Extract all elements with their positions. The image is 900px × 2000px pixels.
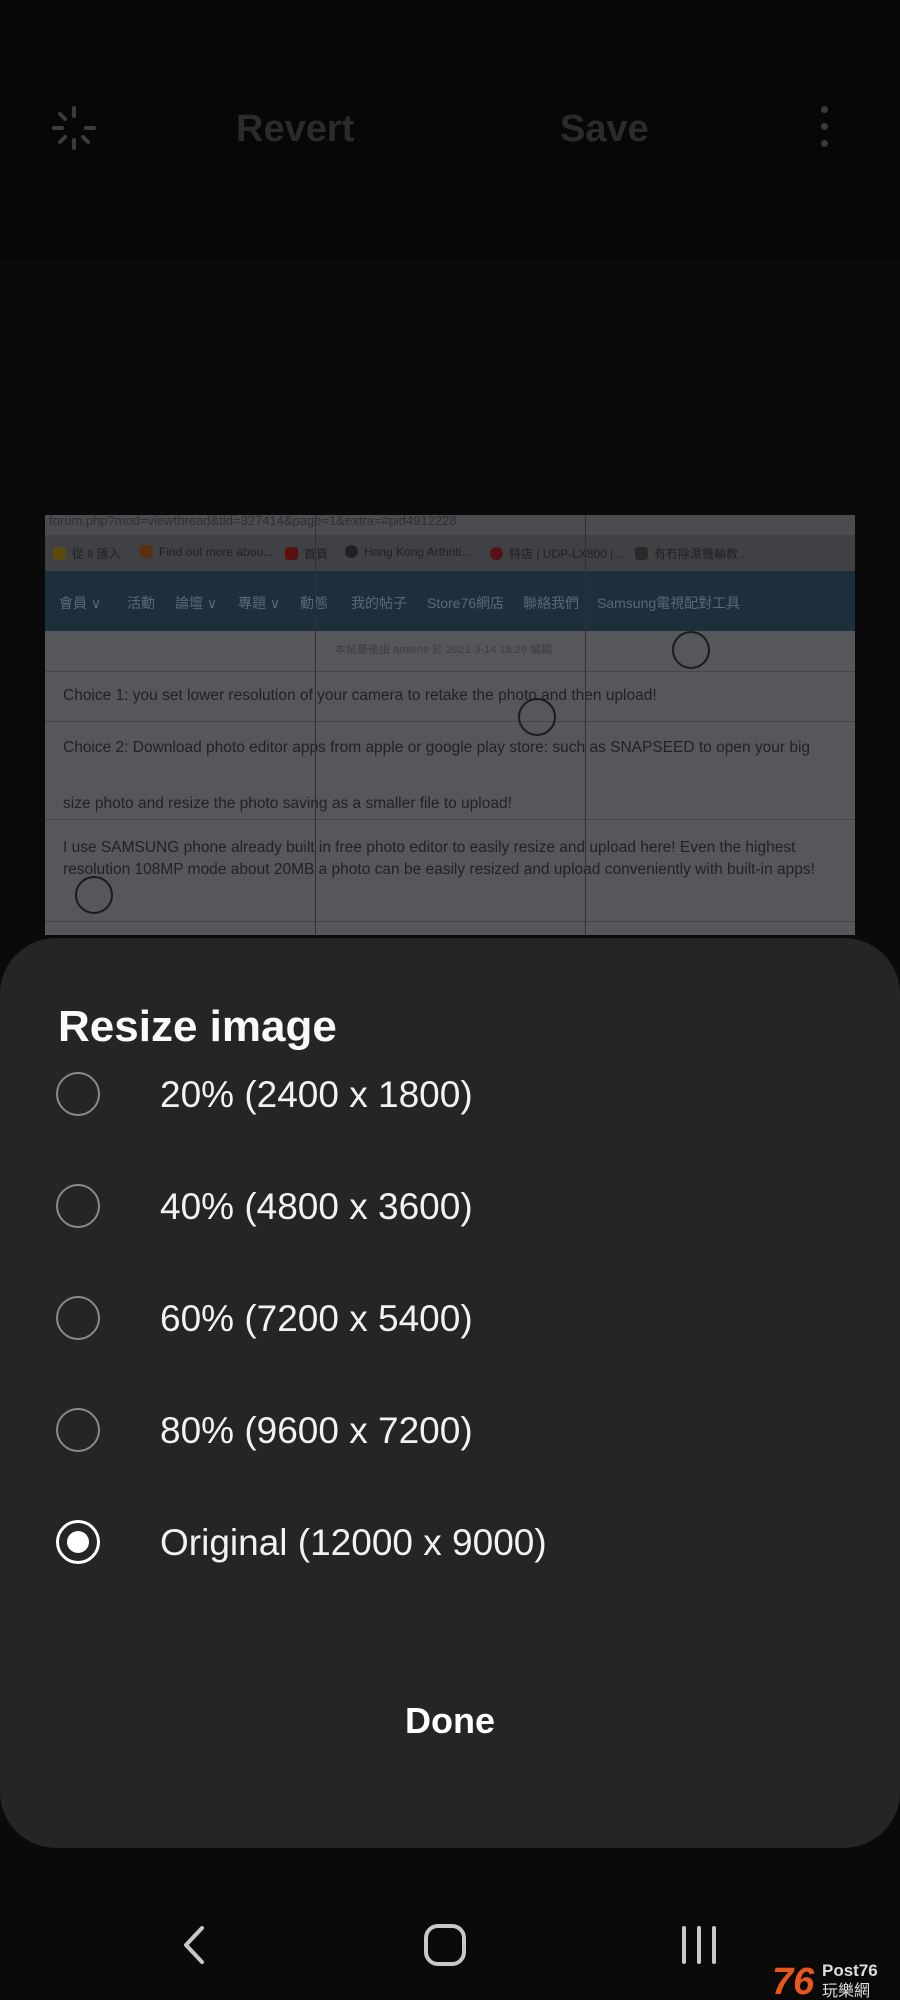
recent-apps-icon[interactable]	[676, 1922, 722, 1968]
photo-nav-item: 聯絡我們	[523, 595, 579, 611]
radio-button[interactable]	[56, 1072, 100, 1116]
system-navigation-bar	[0, 1860, 900, 2000]
more-options-icon[interactable]	[816, 106, 832, 150]
resize-image-sheet: Resize image 20% (2400 x 1800) 40% (4800…	[0, 938, 900, 1848]
sticker-icon	[672, 631, 710, 669]
photo-nav-item: Store76網店	[427, 595, 505, 611]
done-button[interactable]: Done	[350, 1688, 550, 1754]
radio-button[interactable]	[56, 1408, 100, 1452]
resize-option-original[interactable]: Original (12000 x 9000)	[0, 1488, 900, 1600]
svg-text:Post76: Post76	[822, 1961, 878, 1980]
photo-nav-item: 會員 ∨	[59, 595, 102, 611]
resize-option-60[interactable]: 60% (7200 x 5400)	[0, 1264, 900, 1376]
resize-option-label: 40% (4800 x 3600)	[160, 1186, 473, 1227]
resize-option-label: 60% (7200 x 5400)	[160, 1298, 473, 1339]
save-button[interactable]: Save	[560, 108, 649, 151]
revert-button[interactable]: Revert	[236, 108, 354, 151]
resize-option-label: 80% (9600 x 7200)	[160, 1410, 473, 1451]
photo-post-body: 本帖最後由 amiene 於 2021-3-14 18:29 編輯 Choice…	[45, 631, 855, 935]
home-icon[interactable]	[422, 1922, 468, 1968]
photo-post-line: Choice 2: Download photo editor apps fro…	[63, 739, 811, 756]
photo-post-line: resolution 108MP mode about 20MB a photo…	[63, 861, 815, 878]
photo-site-nav: 會員 ∨ 活動 論壇 ∨ 專題 ∨ 動態 我的帖子 Store76網店 聯絡我們…	[45, 571, 855, 631]
radio-button[interactable]	[56, 1296, 100, 1340]
radio-button[interactable]	[56, 1184, 100, 1228]
sticker-icon	[518, 698, 556, 736]
photo-bookmark: 從 Ii 匯入	[53, 545, 121, 562]
photo-bookmarks-bar: 從 Ii 匯入 Find out more abou... 首頁 Hong Ko…	[45, 535, 855, 571]
sticker-icon	[75, 876, 113, 914]
auto-adjust-icon[interactable]	[50, 104, 98, 152]
photo-bookmark: 特店 | UDP-LX800 |...	[490, 545, 623, 562]
photo-url-text: forum.php?mod=viewthread&tid=327414&page…	[49, 515, 457, 528]
photo-nav-item: 論壇 ∨	[175, 595, 218, 611]
radio-button-selected[interactable]	[56, 1520, 100, 1564]
photo-bookmark: Find out more abou...	[140, 545, 273, 559]
resize-option-label: 20% (2400 x 1800)	[160, 1074, 473, 1115]
photo-nav-item: Samsung電視配對工具	[597, 595, 741, 611]
svg-text:玩樂網: 玩樂網	[822, 1981, 870, 2000]
photo-post-line: size photo and resize the photo saving a…	[63, 795, 512, 812]
svg-text:76: 76	[772, 1961, 815, 2000]
photo-nav-item: 動態	[300, 595, 328, 611]
resize-option-80[interactable]: 80% (9600 x 7200)	[0, 1376, 900, 1488]
photo-nav-item: 活動	[127, 595, 155, 611]
photo-post-meta: 本帖最後由 amiene 於 2021-3-14 18:29 編輯	[335, 644, 553, 656]
photo-bookmark: 首頁	[285, 545, 328, 562]
photo-preview: forum.php?mod=viewthread&tid=327414&page…	[45, 515, 855, 935]
post76-watermark-logo: 76 Post76 玩樂網	[772, 1961, 878, 2000]
resize-option-label: Original (12000 x 9000)	[160, 1522, 547, 1563]
photo-bookmark: Hong Kong Arthriti...	[345, 545, 471, 559]
photo-post-line: I use SAMSUNG phone already built in fre…	[63, 839, 796, 856]
back-icon[interactable]	[170, 1920, 220, 1970]
editor-toolbar: Revert Save	[0, 0, 900, 260]
photo-nav-item: 專題 ∨	[238, 595, 281, 611]
photo-post-line: Choice 1: you set lower resolution of yo…	[63, 687, 657, 704]
resize-option-20[interactable]: 20% (2400 x 1800)	[0, 1040, 900, 1152]
photo-bookmark: 有冇除濕機輸教...	[635, 545, 748, 562]
photo-nav-item: 我的帖子	[351, 595, 407, 611]
resize-option-40[interactable]: 40% (4800 x 3600)	[0, 1152, 900, 1264]
